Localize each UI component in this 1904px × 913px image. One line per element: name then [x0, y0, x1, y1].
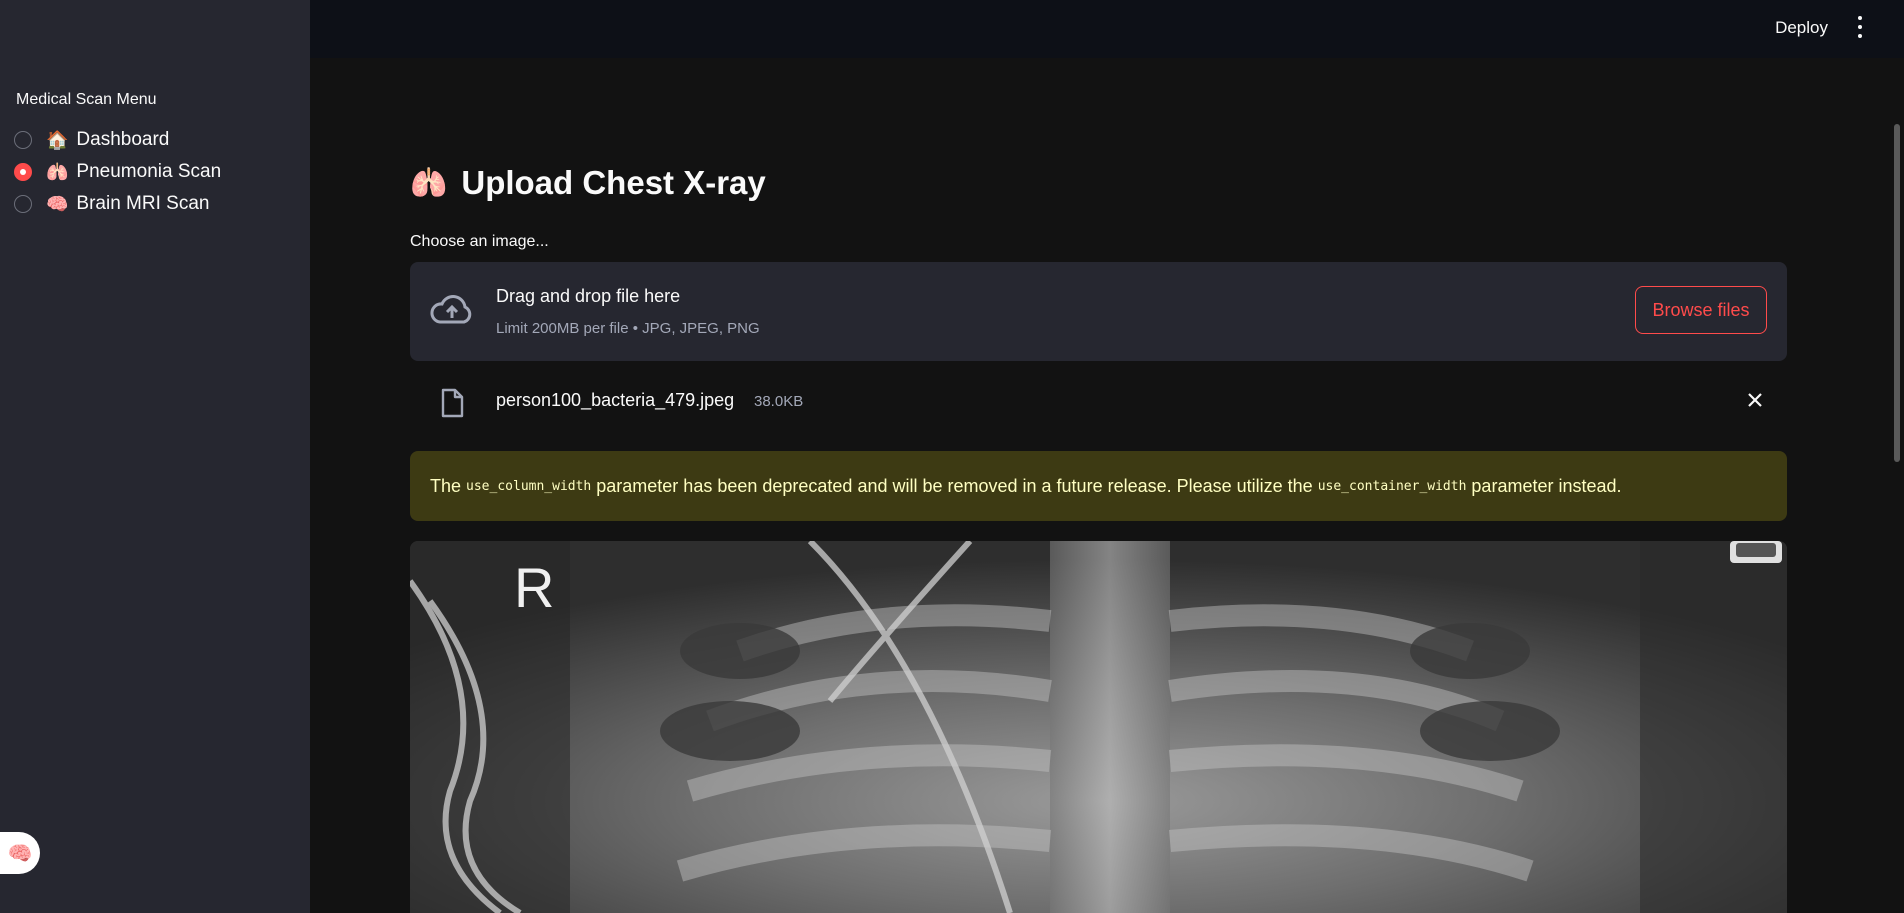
- dropzone-instructions: Drag and drop file here: [496, 286, 681, 306]
- radio-button[interactable]: [14, 195, 32, 213]
- page-title-text: Upload Chest X-ray: [461, 164, 766, 201]
- radio-button-selected[interactable]: [14, 163, 32, 181]
- file-size: 38.0KB: [754, 393, 804, 410]
- scrollbar[interactable]: [1894, 124, 1900, 462]
- cloud-upload-icon: [430, 295, 472, 324]
- deploy-button[interactable]: Deploy: [1775, 18, 1828, 38]
- file-icon: [441, 388, 464, 418]
- brain-icon: 🧠: [46, 193, 69, 214]
- warning-code: use_column_width: [466, 478, 592, 494]
- floating-brain-button[interactable]: 🧠: [0, 832, 40, 874]
- lungs-icon: 🫁: [46, 161, 69, 182]
- header-bar: Deploy: [310, 0, 1904, 58]
- kebab-menu-icon[interactable]: [1856, 16, 1864, 38]
- sidebar-item-pneumonia-scan[interactable]: 🫁 Pneumonia Scan: [14, 156, 221, 188]
- warning-text: The: [430, 475, 462, 496]
- page-title: 🫁 Upload Chest X-ray: [410, 164, 766, 202]
- uploaded-file-row: person100_bacteria_479.jpeg 38.0KB: [410, 380, 1787, 422]
- browse-files-button[interactable]: Browse files: [1635, 286, 1767, 334]
- house-icon: 🏠: [46, 129, 69, 150]
- remove-file-close-icon[interactable]: [1745, 390, 1765, 410]
- sidebar-item-label: Brain MRI Scan: [76, 193, 210, 214]
- file-name: person100_bacteria_479.jpeg: [496, 390, 735, 410]
- warning-text: parameter has been deprecated and will b…: [596, 475, 1313, 496]
- brain-icon: 🧠: [7, 842, 33, 865]
- sidebar-item-dashboard[interactable]: 🏠 Dashboard: [14, 124, 221, 156]
- warning-code: use_container_width: [1317, 478, 1467, 494]
- uploader-label: Choose an image...: [410, 233, 549, 250]
- scan-menu-radio-group: 🏠 Dashboard 🫁 Pneumonia Scan 🧠 Brain MRI…: [14, 124, 221, 220]
- radio-button[interactable]: [14, 131, 32, 149]
- warning-text: parameter instead.: [1471, 475, 1622, 496]
- xray-side-marker: R: [514, 556, 555, 619]
- sidebar-menu-title: Medical Scan Menu: [16, 91, 157, 108]
- sidebar-item-label: Dashboard: [76, 129, 170, 150]
- xray-rendering: [410, 541, 1787, 913]
- chest-xray-image: R: [410, 541, 1787, 913]
- deprecation-warning: The use_column_width parameter has been …: [410, 451, 1787, 521]
- dropzone-limits: Limit 200MB per file • JPG, JPEG, PNG: [496, 320, 760, 337]
- sidebar-item-label: Pneumonia Scan: [76, 161, 222, 182]
- lungs-icon: 🫁: [410, 166, 448, 200]
- sidebar-item-brain-mri-scan[interactable]: 🧠 Brain MRI Scan: [14, 188, 221, 220]
- file-dropzone[interactable]: Drag and drop file here Limit 200MB per …: [410, 262, 1787, 361]
- sidebar: Medical Scan Menu 🏠 Dashboard 🫁 Pneumoni…: [0, 0, 310, 913]
